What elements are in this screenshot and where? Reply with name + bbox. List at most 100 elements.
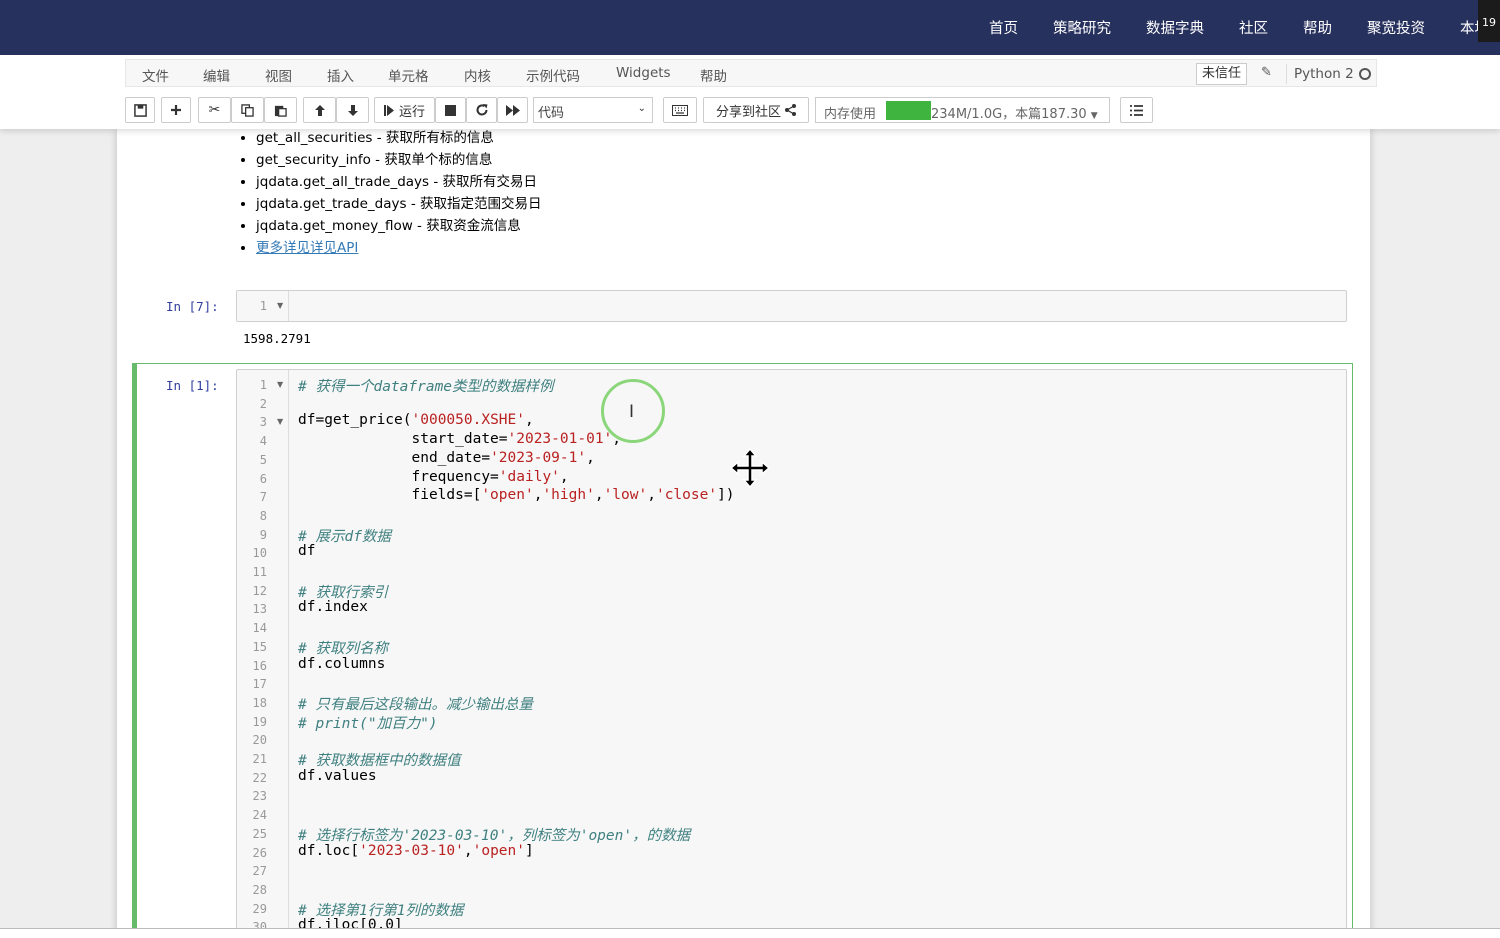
menu-cell[interactable]: 单元格 bbox=[388, 65, 429, 85]
share-icon bbox=[785, 104, 796, 116]
line-number: 11 bbox=[252, 565, 267, 579]
nav-invest[interactable]: 聚宽投资 bbox=[1367, 17, 1425, 38]
move-down-button[interactable] bbox=[336, 97, 369, 123]
save-icon bbox=[133, 103, 147, 117]
menu-kernel[interactable]: 内核 bbox=[464, 65, 491, 85]
plus-icon bbox=[171, 105, 181, 115]
cell-1-editor[interactable]: 1 ▼ 2 3 ▼ 4 5 6 7 8 9 10 11 12 13 14 15 … bbox=[236, 369, 1347, 938]
line-number: 7 bbox=[259, 490, 267, 505]
menu-edit[interactable]: 编辑 bbox=[203, 65, 230, 85]
line-number: 25 bbox=[252, 826, 267, 841]
list-item: jqdata.get_trade_days - 获取指定范围交易日 bbox=[256, 195, 542, 217]
line-number: 20 bbox=[252, 733, 267, 748]
fold-arrow-icon[interactable]: ▼ bbox=[277, 380, 283, 389]
notebook-container: get_all_securities - 获取所有标的信息 get_securi… bbox=[117, 129, 1370, 938]
move-up-button[interactable] bbox=[303, 97, 336, 123]
nav-strategy-research[interactable]: 策略研究 bbox=[1053, 17, 1111, 38]
memory-text: 234M/1.0G，本篇187.30 ▼ bbox=[931, 107, 1098, 122]
list-item: 更多详见详见API bbox=[256, 239, 542, 261]
cut-button[interactable]: ✂ bbox=[198, 97, 231, 123]
code-line: # print("加百力") bbox=[298, 715, 438, 732]
line-number: 5 bbox=[259, 452, 267, 467]
share-label: 分享到社区 bbox=[715, 104, 781, 120]
nav-community[interactable]: 社区 bbox=[1239, 17, 1268, 38]
code-line: fields=['open','high','low','close']) bbox=[298, 487, 735, 504]
code-line: end_date='2023-09-1', bbox=[298, 449, 595, 466]
line-number: 27 bbox=[252, 864, 267, 879]
line-number: 9 bbox=[259, 527, 267, 542]
code-line: frequency='daily', bbox=[298, 468, 569, 485]
line-number: 15 bbox=[252, 639, 267, 654]
markdown-api-list: get_all_securities - 获取所有标的信息 get_securi… bbox=[256, 129, 542, 261]
notebook-header: 文件 编辑 视图 插入 单元格 内核 示例代码 Widgets 帮助 未信任 ✎… bbox=[0, 55, 1500, 129]
pencil-icon[interactable]: ✎ bbox=[1261, 65, 1277, 81]
line-number: 10 bbox=[252, 546, 267, 561]
line-number: 18 bbox=[252, 695, 267, 710]
paste-icon bbox=[274, 105, 287, 117]
code-line: df.loc['2023-03-10','open'] bbox=[298, 842, 534, 859]
nav-home[interactable]: 首页 bbox=[989, 17, 1018, 38]
memory-progress-bar bbox=[886, 101, 931, 120]
line-number: 3 bbox=[259, 415, 267, 430]
line-number: 16 bbox=[252, 658, 267, 673]
menu-help[interactable]: 帮助 bbox=[700, 65, 727, 85]
run-button[interactable]: 运行 bbox=[374, 97, 435, 123]
nav-data-dictionary[interactable]: 数据字典 bbox=[1146, 17, 1204, 38]
copy-icon bbox=[241, 103, 254, 117]
cell-7-output: 1598.2791 bbox=[243, 331, 311, 346]
save-button[interactable] bbox=[125, 97, 155, 123]
cell-type-select[interactable]: 代码 ⌄ bbox=[533, 97, 653, 123]
kernel-name: Python 2 bbox=[1294, 66, 1354, 82]
corner-badge: 19 bbox=[1478, 0, 1500, 42]
bottom-strip bbox=[0, 928, 1500, 938]
line-number: 17 bbox=[252, 677, 267, 692]
command-palette-button[interactable] bbox=[663, 97, 697, 123]
menubar: 文件 编辑 视图 插入 单元格 内核 示例代码 Widgets 帮助 未信任 ✎… bbox=[125, 59, 1377, 87]
line-number: 1 bbox=[259, 378, 267, 392]
refresh-icon bbox=[476, 104, 487, 116]
nav-help[interactable]: 帮助 bbox=[1303, 17, 1332, 38]
insert-cell-button[interactable] bbox=[161, 97, 191, 123]
list-item: get_security_info - 获取单个标的信息 bbox=[256, 151, 542, 173]
code-line: df.index bbox=[298, 599, 368, 616]
line-number: 13 bbox=[252, 602, 267, 617]
code-line: df.columns bbox=[298, 655, 386, 672]
line-number: 26 bbox=[252, 845, 267, 860]
list-item: jqdata.get_all_trade_days - 获取所有交易日 bbox=[256, 173, 542, 195]
menu-file[interactable]: 文件 bbox=[142, 65, 169, 85]
caret-down-icon: ▼ bbox=[1090, 111, 1098, 121]
run-all-button[interactable] bbox=[497, 97, 528, 123]
line-number: 14 bbox=[252, 621, 267, 636]
fold-arrow-icon[interactable]: ▼ bbox=[277, 417, 283, 426]
fast-forward-icon bbox=[505, 104, 520, 116]
toc-button[interactable] bbox=[1120, 97, 1153, 123]
code-line: df bbox=[298, 543, 316, 560]
list-item: get_all_securities - 获取所有标的信息 bbox=[256, 129, 542, 151]
menu-widgets[interactable]: Widgets bbox=[616, 65, 671, 81]
menu-view[interactable]: 视图 bbox=[265, 65, 292, 85]
chevron-down-icon: ⌄ bbox=[637, 103, 646, 114]
line-gutter: 1 ▼ 2 3 ▼ 4 5 6 7 8 9 10 11 12 13 14 15 … bbox=[237, 370, 289, 938]
cell-7-editor[interactable]: 1 ▼ bbox=[236, 290, 1347, 322]
menu-insert[interactable]: 插入 bbox=[327, 65, 354, 85]
untrusted-indicator[interactable]: 未信任 bbox=[1196, 63, 1248, 85]
code-line: df=get_price('000050.XSHE', bbox=[298, 412, 534, 429]
restart-button[interactable] bbox=[466, 97, 497, 123]
text-cursor-icon: I bbox=[629, 402, 635, 422]
line-number: 6 bbox=[259, 471, 267, 486]
line-number: 22 bbox=[252, 770, 267, 785]
copy-button[interactable] bbox=[231, 97, 264, 123]
code-line: df.values bbox=[298, 767, 377, 784]
line-number: 2 bbox=[259, 396, 267, 411]
step-forward-icon bbox=[383, 104, 394, 116]
interrupt-button[interactable] bbox=[435, 97, 466, 123]
line-gutter: 1 ▼ bbox=[237, 291, 289, 321]
fold-arrow-icon[interactable]: ▼ bbox=[277, 301, 283, 310]
share-to-community-button[interactable]: 分享到社区 bbox=[703, 97, 809, 123]
memory-usage-dropdown[interactable]: 内存使用 234M/1.0G，本篇187.30 ▼ bbox=[815, 97, 1110, 123]
paste-button[interactable] bbox=[264, 97, 297, 123]
line-number: 21 bbox=[252, 752, 267, 766]
api-docs-link[interactable]: 更多详见详见API bbox=[256, 240, 358, 256]
menu-examples[interactable]: 示例代码 bbox=[526, 65, 580, 85]
arrow-down-icon bbox=[347, 104, 358, 116]
